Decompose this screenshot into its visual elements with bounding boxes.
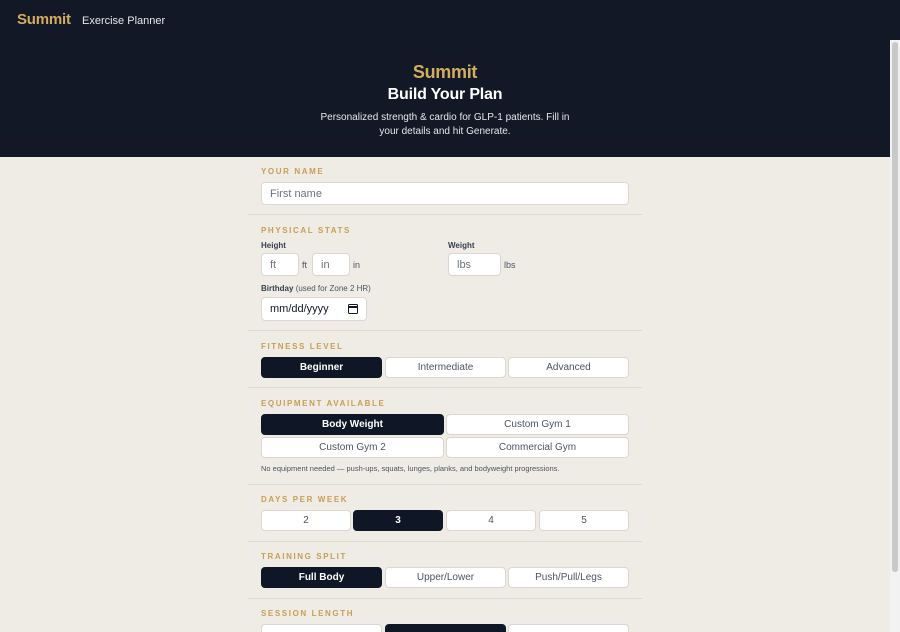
- name-section: YOUR NAME First name: [248, 157, 642, 215]
- calendar-icon[interactable]: [348, 304, 358, 314]
- name-label: YOUR NAME: [261, 167, 325, 176]
- height-in-input[interactable]: in: [312, 253, 350, 276]
- fitness-option-beginner[interactable]: Beginner: [261, 357, 382, 378]
- birthday-placeholder: mm/dd/yyyy: [270, 303, 329, 315]
- birthday-hint: (used for Zone 2 HR): [295, 284, 371, 293]
- equipment-option-custom-gym-2[interactable]: Custom Gym 2: [261, 437, 444, 458]
- page-scrollbar[interactable]: [890, 0, 900, 632]
- training-split-section: TRAINING SPLIT Full Body Upper/Lower Pus…: [248, 542, 642, 599]
- first-name-placeholder: First name: [270, 187, 322, 200]
- days-per-week-section: DAYS PER WEEK 2 3 4 5: [248, 485, 642, 542]
- physical-stats-section: PHYSICAL STATS Height ft ft in in Weight…: [248, 215, 642, 331]
- days-option-2[interactable]: 2: [261, 510, 351, 531]
- top-nav: Summit Exercise Planner: [0, 0, 890, 40]
- hero-brand: Summit: [412, 62, 478, 82]
- equipment-note: No equipment needed — push-ups, squats, …: [261, 464, 560, 473]
- birthday-label-text: Birthday: [261, 284, 294, 293]
- weight-input[interactable]: lbs: [448, 253, 501, 276]
- session-option-3[interactable]: [508, 624, 629, 632]
- physical-stats-label: PHYSICAL STATS: [261, 226, 351, 235]
- weight-label: Weight: [448, 241, 475, 250]
- height-in-placeholder: in: [321, 258, 330, 271]
- scrollbar-top: [890, 0, 900, 40]
- session-option-2[interactable]: [385, 624, 506, 632]
- training-split-label: TRAINING SPLIT: [261, 552, 347, 561]
- scrollbar-thumb[interactable]: [892, 42, 898, 572]
- height-ft-input[interactable]: ft: [261, 253, 299, 276]
- split-option-full-body[interactable]: Full Body: [261, 567, 382, 588]
- fitness-level-label: FITNESS LEVEL: [261, 342, 344, 351]
- hero: Summit Build Your Plan Personalized stre…: [0, 40, 890, 157]
- page-title: Build Your Plan: [387, 86, 503, 103]
- days-option-5[interactable]: 5: [539, 510, 629, 531]
- nav-subtitle: Exercise Planner: [82, 15, 166, 27]
- equipment-label: EQUIPMENT AVAILABLE: [261, 399, 386, 408]
- page: Summit Exercise Planner Summit Build You…: [0, 0, 890, 632]
- days-option-4[interactable]: 4: [446, 510, 536, 531]
- session-option-1[interactable]: [261, 624, 382, 632]
- hero-description: Personalized strength & cardio for GLP-1…: [320, 112, 570, 137]
- split-option-upper-lower[interactable]: Upper/Lower: [385, 567, 506, 588]
- equipment-option-body-weight[interactable]: Body Weight: [261, 414, 444, 435]
- nav-logo[interactable]: Summit: [17, 11, 71, 28]
- split-option-push-pull-legs[interactable]: Push/Pull/Legs: [508, 567, 629, 588]
- weight-placeholder: lbs: [457, 258, 472, 271]
- session-length-section: SESSION LENGTH: [248, 599, 642, 632]
- days-per-week-label: DAYS PER WEEK: [261, 495, 349, 504]
- fitness-option-advanced[interactable]: Advanced: [508, 357, 629, 378]
- lbs-unit: lbs: [504, 260, 516, 270]
- birthday-input[interactable]: mm/dd/yyyy: [261, 297, 367, 321]
- fitness-option-intermediate[interactable]: Intermediate: [385, 357, 506, 378]
- session-length-label: SESSION LENGTH: [261, 609, 355, 618]
- equipment-option-commercial-gym[interactable]: Commercial Gym: [446, 437, 629, 458]
- height-ft-placeholder: ft: [270, 258, 277, 271]
- equipment-option-custom-gym-1[interactable]: Custom Gym 1: [446, 414, 629, 435]
- in-unit: in: [353, 260, 361, 270]
- fitness-level-section: FITNESS LEVEL Beginner Intermediate Adva…: [248, 331, 642, 388]
- ft-unit: ft: [302, 260, 308, 270]
- birthday-label: Birthday (used for Zone 2 HR): [261, 284, 371, 293]
- equipment-section: EQUIPMENT AVAILABLE Body Weight Custom G…: [248, 388, 642, 485]
- height-label: Height: [261, 241, 286, 250]
- days-option-3[interactable]: 3: [353, 510, 443, 531]
- first-name-input[interactable]: First name: [261, 182, 629, 205]
